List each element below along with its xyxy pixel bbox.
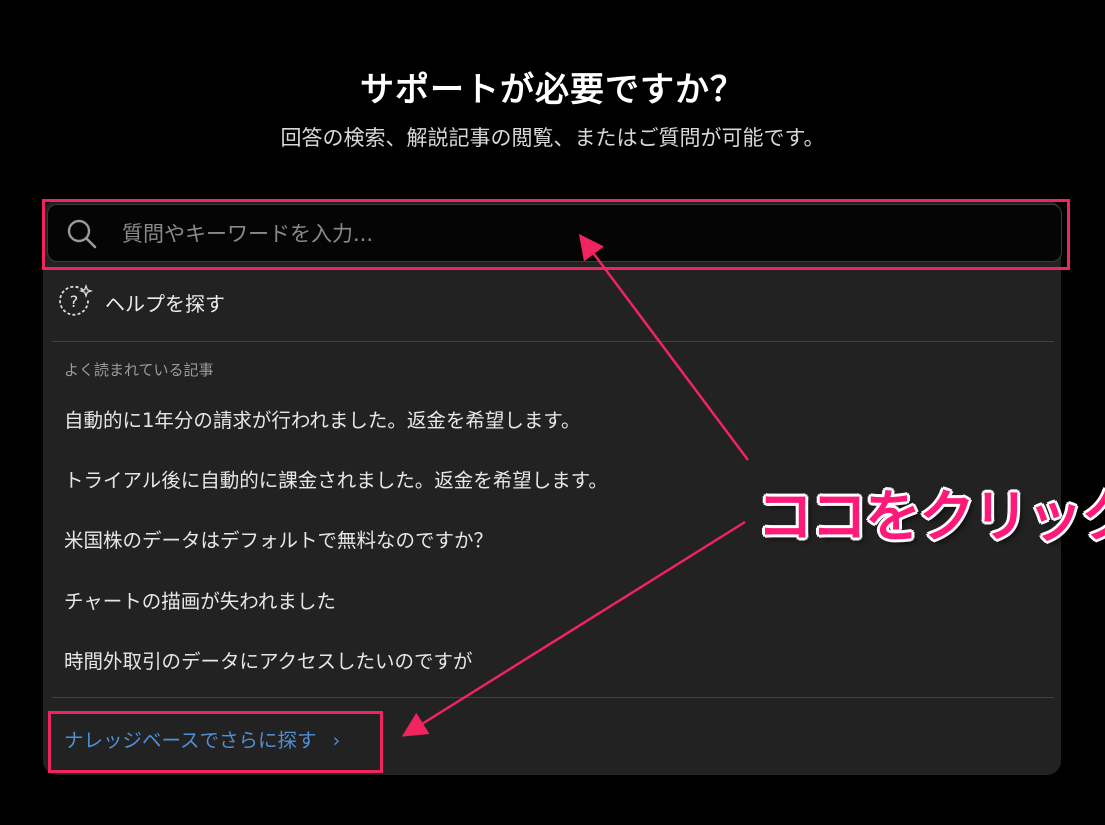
click-here-callout: ココをクリック — [757, 485, 1105, 550]
knowledge-base-link[interactable]: ナレッジベースでさらに探す › — [64, 724, 340, 753]
search-icon — [67, 219, 97, 249]
popular-articles-heading: よく読まれている記事 — [64, 361, 214, 379]
help-sparkle-icon: ? — [59, 284, 93, 316]
article-link[interactable]: 米国株のデータはデフォルトで無料なのですか？ — [64, 524, 493, 553]
page-subtitle: 回答の検索、解説記事の閲覧、またはご質問が可能です。 — [280, 126, 825, 150]
search-input[interactable] — [120, 205, 1024, 263]
divider — [52, 697, 1054, 698]
divider — [52, 341, 1054, 342]
page-title: サポートが必要ですか？ — [360, 70, 745, 110]
knowledge-base-label: ナレッジベースでさらに探す — [64, 729, 317, 752]
article-link[interactable]: チャートの描画が失われました — [64, 585, 336, 614]
search-box[interactable] — [47, 204, 1062, 263]
article-link[interactable]: 自動的に1年分の請求が行われました。返金を希望します。 — [64, 404, 580, 433]
help-search-button[interactable]: ? ヘルプを探す — [57, 282, 225, 322]
article-link[interactable]: 時間外取引のデータにアクセスしたいのですが — [64, 645, 473, 674]
chevron-right-icon: › — [332, 729, 341, 752]
help-search-label: ヘルプを探す — [105, 291, 225, 316]
article-link[interactable]: トライアル後に自動的に課金されました。返金を希望します。 — [64, 464, 608, 493]
svg-text:?: ? — [70, 292, 79, 311]
